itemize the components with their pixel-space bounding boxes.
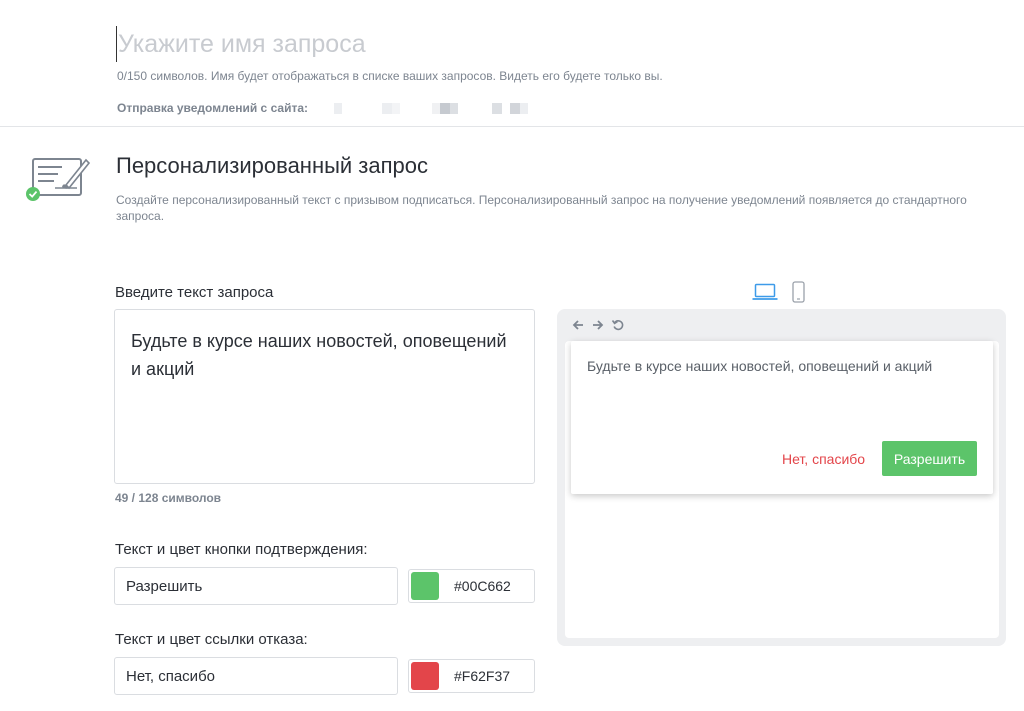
preview-popup: Будьте в курсе наших новостей, оповещени… [571, 341, 993, 494]
deny-color-picker[interactable]: #F62F37 [408, 659, 535, 693]
preview-deny-link[interactable]: Нет, спасибо [782, 451, 865, 467]
request-text-area[interactable]: Будьте в курсе наших новостей, оповещени… [114, 309, 535, 484]
confirm-color-picker[interactable]: #00C662 [408, 569, 535, 603]
deny-label: Текст и цвет ссылки отказа: [115, 631, 308, 648]
request-name-input[interactable] [116, 26, 816, 62]
arrow-left-icon [572, 320, 583, 330]
confirm-color-hex: #00C662 [454, 578, 511, 594]
browser-preview: Будьте в курсе наших новостей, оповещени… [557, 309, 1006, 646]
confirm-label: Текст и цвет кнопки подтверждения: [115, 541, 368, 558]
confirm-text-input[interactable] [114, 567, 398, 605]
site-label: Отправка уведомлений с сайта: [117, 101, 308, 115]
text-label: Введите текст запроса [115, 284, 274, 301]
preview-nav [571, 318, 625, 332]
preview-screen: Будьте в курсе наших новостей, оповещени… [565, 341, 999, 638]
deny-color-swatch[interactable] [411, 662, 439, 690]
request-name-hint: 0/150 символов. Имя будет отображаться в… [117, 69, 663, 83]
reload-icon [611, 320, 624, 331]
preview-allow-button[interactable]: Разрешить [882, 441, 977, 476]
phone-icon[interactable] [792, 281, 805, 303]
site-row: Отправка уведомлений с сайта: [117, 101, 528, 115]
section-title: Персонализированный запрос [116, 153, 429, 178]
deny-color-hex: #F62F37 [454, 668, 511, 684]
signed-form-check-icon [26, 158, 91, 201]
section-description: Создайте персонализированный текст с при… [116, 193, 967, 223]
confirm-color-swatch[interactable] [411, 572, 439, 600]
request-name-section: 0/150 символов. Имя будет отображаться в… [0, 0, 1024, 127]
site-url-redacted [334, 102, 528, 114]
arrow-right-icon [593, 320, 604, 330]
laptop-icon[interactable] [752, 283, 778, 301]
preview-text: Будьте в курсе наших новостей, оповещени… [587, 358, 933, 374]
deny-text-input[interactable] [114, 657, 398, 695]
text-counter: 49 / 128 символов [115, 491, 222, 505]
